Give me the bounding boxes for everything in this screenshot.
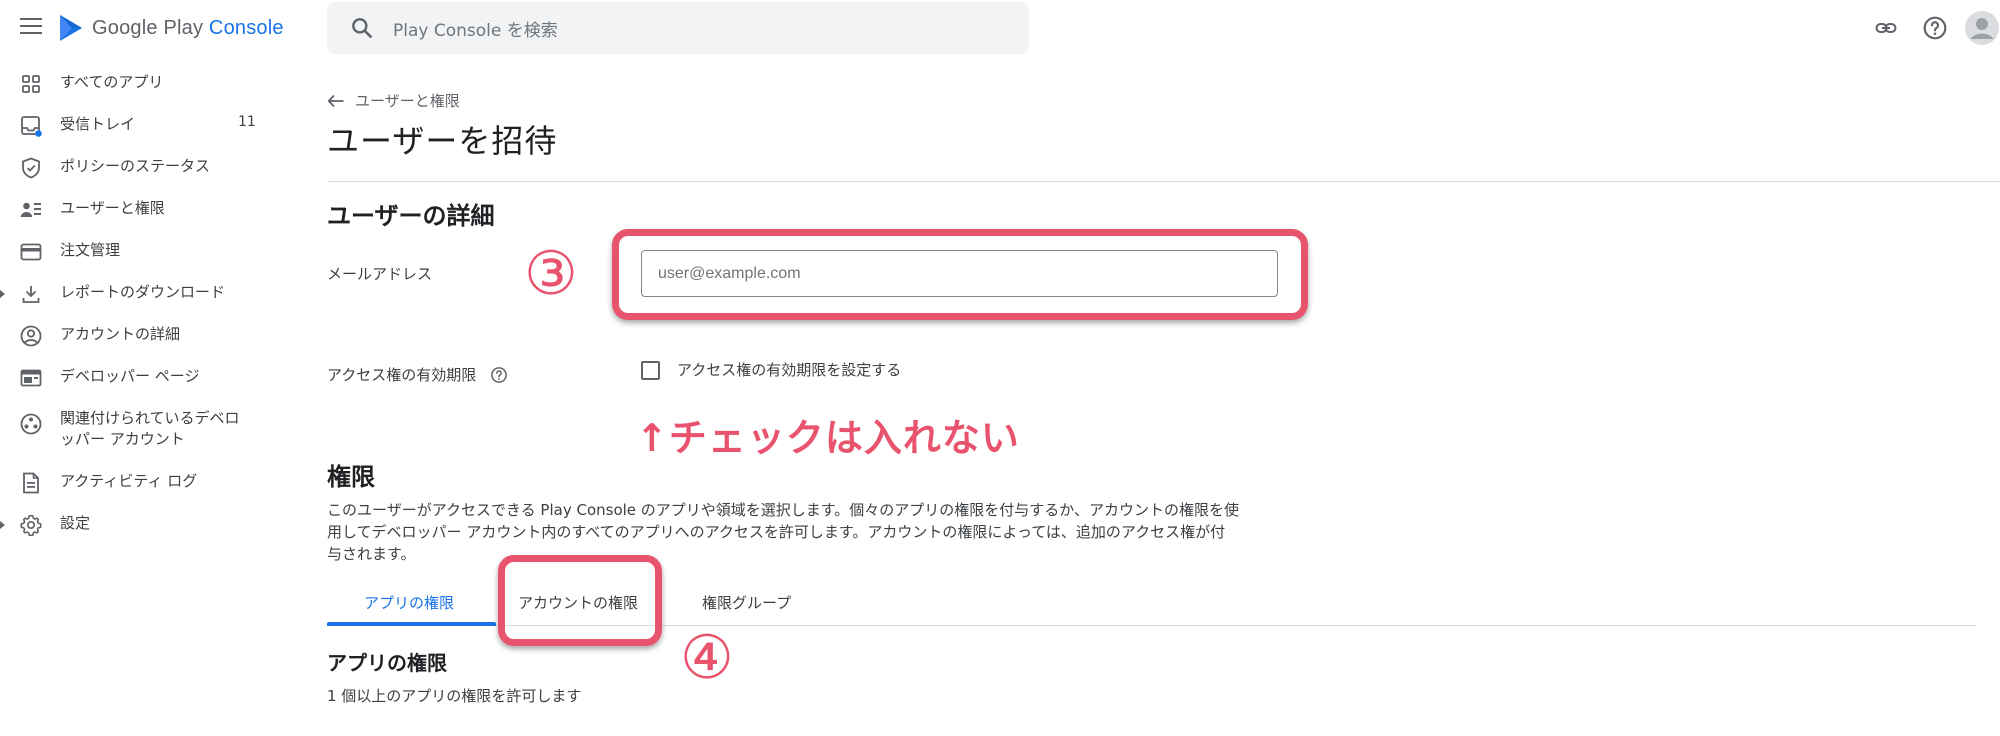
users-list-icon <box>19 198 43 222</box>
permissions-title: 権限 <box>327 463 375 491</box>
sidebar-item-label-line2: ッパー アカウント <box>60 430 185 448</box>
tab-app-permissions[interactable]: アプリの権限 <box>364 592 454 613</box>
back-link[interactable]: ユーザーと権限 <box>327 90 460 111</box>
play-console-logo[interactable]: Google Play Console <box>58 14 284 42</box>
document-icon <box>19 471 43 495</box>
sidebar-item-label: アクティビティ ログ <box>60 472 198 490</box>
active-tab-indicator <box>327 622 496 626</box>
permissions-description-line: 用してデベロッパー アカウント内のすべてのアプリへのアクセスを許可します。アカウ… <box>327 523 1226 541</box>
sidebar-item-label: すべてのアプリ <box>60 73 164 91</box>
sidebar-item-label: ユーザーと権限 <box>60 199 165 217</box>
header-divider <box>327 181 2000 182</box>
sidebar-item-label: アカウントの詳細 <box>60 325 181 343</box>
app-permissions-title: アプリの権限 <box>327 651 447 675</box>
app-permissions-description: 1 個以上のアプリの権限を許可します <box>327 687 582 705</box>
email-label: メールアドレス <box>327 265 433 283</box>
access-expiry-checkbox[interactable] <box>641 361 660 380</box>
web-page-icon <box>19 366 43 390</box>
apps-grid-icon <box>19 72 43 96</box>
shield-check-icon <box>19 156 43 180</box>
inbox-icon <box>19 114 43 138</box>
expand-arrow-icon[interactable] <box>0 290 5 298</box>
download-icon <box>19 282 43 306</box>
search-icon <box>352 18 372 38</box>
help-icon[interactable] <box>1917 10 1953 46</box>
access-expiry-label: アクセス権の有効期限 <box>327 366 477 384</box>
sidebar-item-label: 関連付けられているデベロ <box>60 409 240 427</box>
account-circle-icon <box>19 324 43 348</box>
play-logo-icon <box>60 15 82 41</box>
logo-text: Google Play Console <box>92 16 284 39</box>
permissions-description-line: このユーザーがアクセスできる Play Console のアプリや領域を選択しま… <box>327 501 1239 519</box>
search-placeholder: Play Console を検索 <box>393 20 558 41</box>
permissions-description-line: 与されます。 <box>327 545 416 563</box>
sidebar-item-label: 受信トレイ <box>60 115 136 133</box>
annotation-note: ↑チェックは入れない <box>636 416 1020 460</box>
account-avatar[interactable] <box>1964 10 2000 46</box>
annotation-step-3: ③ <box>524 239 578 309</box>
access-expiry-checkbox-label: アクセス権の有効期限を設定する <box>677 361 902 379</box>
link-icon[interactable] <box>1868 10 1904 46</box>
help-circle-icon[interactable] <box>490 366 508 384</box>
linked-accounts-icon <box>19 412 43 436</box>
expand-arrow-icon[interactable] <box>0 521 5 529</box>
sidebar-item-label: 設定 <box>60 514 91 532</box>
search-bar[interactable]: Play Console を検索 <box>327 2 1029 54</box>
tab-permission-groups[interactable]: 権限グループ <box>702 592 791 613</box>
permissions-description: このユーザーがアクセスできる Play Console のアプリや領域を選択しま… <box>327 499 1277 565</box>
inbox-count-badge: 11 <box>238 114 256 130</box>
page-title: ユーザーを招待 <box>327 122 558 160</box>
annotation-box-email <box>612 229 1308 320</box>
gear-icon <box>19 513 43 537</box>
breadcrumb: ユーザーと権限 <box>355 92 460 110</box>
menu-icon[interactable] <box>20 18 42 38</box>
sidebar-item-label: 注文管理 <box>60 241 121 259</box>
credit-card-icon <box>19 240 43 264</box>
sidebar-item-label: ポリシーのステータス <box>60 157 211 175</box>
arrow-back-icon <box>327 94 344 107</box>
sidebar-item-label: レポートのダウンロード <box>60 283 226 301</box>
annotation-box-account-tab <box>498 555 662 646</box>
sidebar-item-label: デベロッパー ページ <box>60 367 200 385</box>
user-details-title: ユーザーの詳細 <box>327 202 495 230</box>
annotation-step-4: ④ <box>680 623 734 693</box>
